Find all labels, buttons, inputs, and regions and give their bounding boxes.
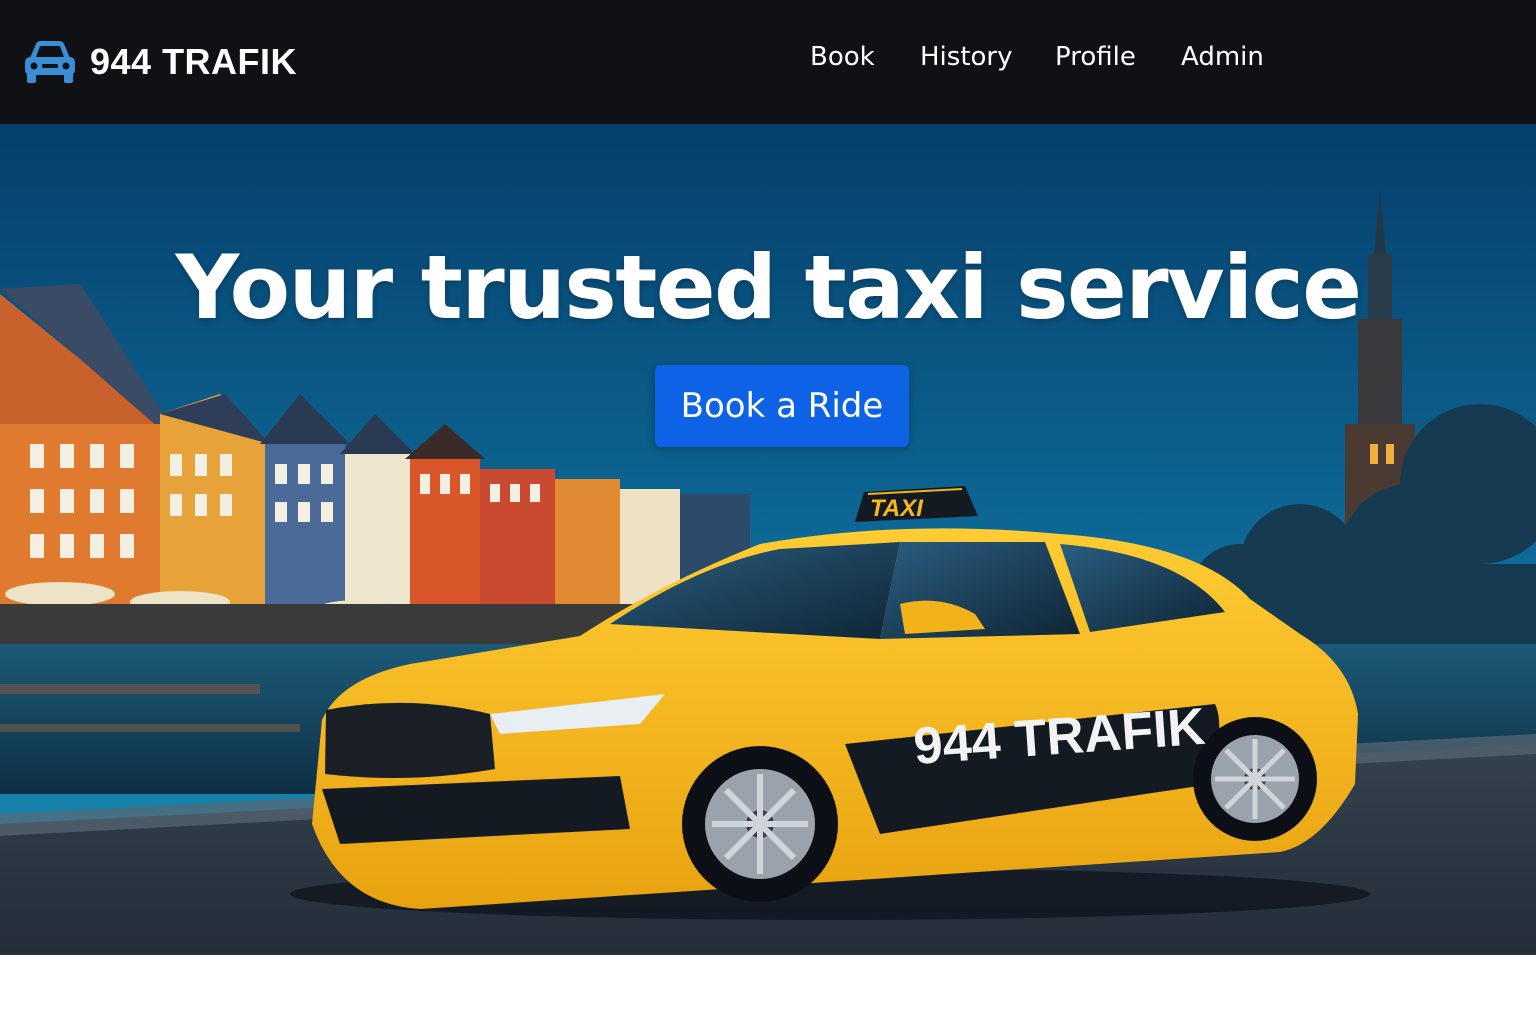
hero-section: TAXI 944 TRAFIK Your trusted taxi servic… bbox=[0, 124, 1536, 955]
nav-link-history[interactable]: History bbox=[920, 42, 1013, 72]
car-icon bbox=[25, 41, 75, 83]
nav-link-book[interactable]: Book bbox=[810, 42, 875, 72]
brand-name: 944 TRAFIK bbox=[90, 41, 298, 82]
brand-logo[interactable]: 944 TRAFIK bbox=[22, 36, 297, 88]
nav-link-profile[interactable]: Profile bbox=[1055, 42, 1136, 72]
hero-title: Your trusted taxi service bbox=[175, 236, 1362, 339]
book-a-ride-button[interactable]: Book a Ride bbox=[655, 365, 909, 447]
nav-link-admin[interactable]: Admin bbox=[1181, 42, 1264, 72]
top-navbar: 944 TRAFIK Book History Profile Admin bbox=[0, 0, 1536, 125]
taxi-sign-text: TAXI bbox=[870, 495, 924, 522]
